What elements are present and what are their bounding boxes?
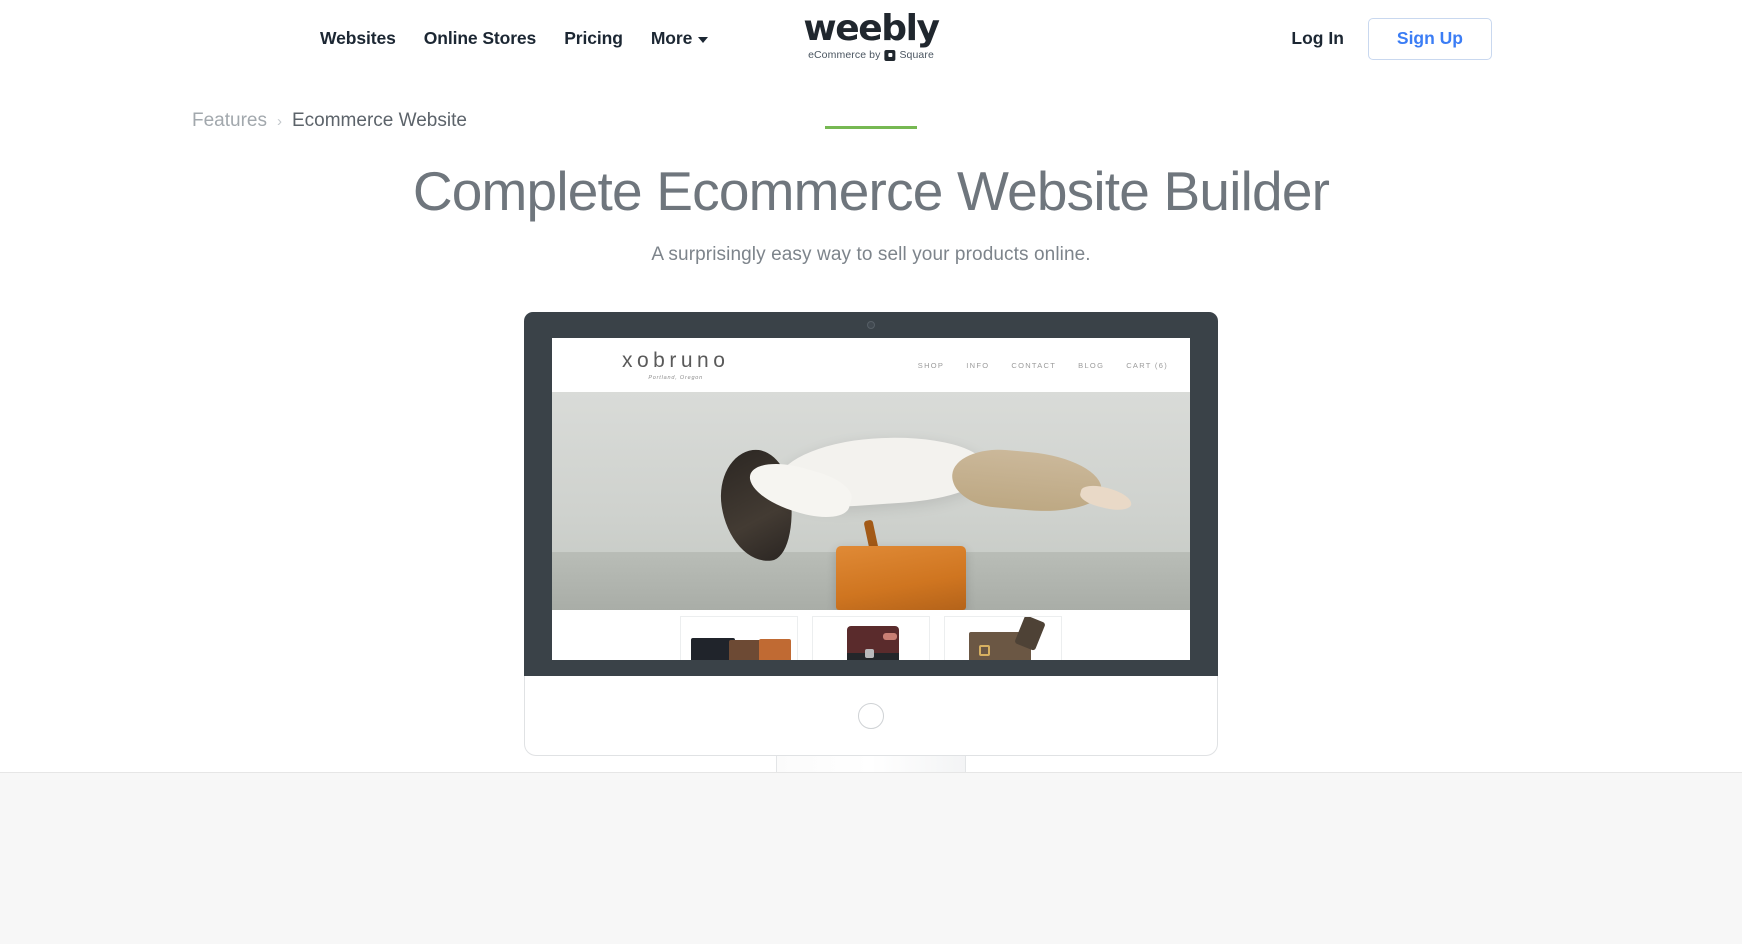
nav-item-more-label: More: [650, 28, 693, 48]
account-actions: Log In Sign Up: [1285, 18, 1492, 60]
breadcrumb-separator-icon: ›: [276, 112, 282, 130]
photo-model-hand: [1078, 482, 1134, 514]
tagline-suffix: Square: [899, 49, 934, 61]
monitor-bezel: xobruno Portland, Oregon SHOP INFO CONTA…: [524, 312, 1218, 676]
breadcrumb-features[interactable]: Features: [192, 110, 267, 132]
thumb-shape: [759, 639, 791, 660]
store-nav-blog[interactable]: BLOG: [1078, 361, 1104, 370]
storefront-logo-word: xobruno: [622, 348, 730, 372]
thumb-shape: [979, 645, 990, 656]
monitor-chin: [524, 676, 1218, 756]
webcam-icon: [867, 321, 875, 329]
store-nav-contact[interactable]: CONTACT: [1011, 361, 1056, 370]
product-thumb-wallets[interactable]: [680, 616, 798, 660]
thumb-shape: [729, 640, 763, 660]
monitor-logo-icon: [858, 702, 884, 729]
nav-item-online-stores[interactable]: Online Stores: [424, 28, 537, 49]
nav-item-pricing[interactable]: Pricing: [564, 28, 623, 49]
store-nav-info[interactable]: INFO: [966, 361, 989, 370]
product-thumb-duffel[interactable]: [812, 616, 930, 660]
nav-item-more[interactable]: More: [650, 28, 709, 49]
storefront-logo[interactable]: xobruno Portland, Oregon: [622, 348, 730, 381]
hero-section: Features › Ecommerce Website Complete Ec…: [0, 74, 1742, 772]
product-thumbnail-strip: [552, 610, 1190, 660]
site-header: Websites Online Stores Pricing More weeb…: [0, 0, 1742, 74]
product-thumb-messenger[interactable]: [944, 616, 1062, 660]
page-title: Complete Ecommerce Website Builder: [412, 160, 1330, 222]
breadcrumb-current: Ecommerce Website: [291, 110, 467, 131]
weebly-wordmark: weebly: [803, 8, 940, 49]
desktop-monitor-mockup: xobruno Portland, Oregon SHOP INFO CONTA…: [524, 312, 1218, 772]
storefront-navigation: SHOP INFO CONTACT BLOG CART (6): [918, 361, 1168, 370]
thumb-shape: [883, 633, 897, 640]
monitor-screen: xobruno Portland, Oregon SHOP INFO CONTA…: [552, 338, 1190, 660]
square-icon: [884, 49, 896, 61]
nav-item-websites[interactable]: Websites: [320, 28, 396, 49]
primary-navigation: Websites Online Stores Pricing More: [320, 28, 709, 49]
breadcrumb: Features › Ecommerce Website: [192, 110, 467, 132]
weebly-logo[interactable]: weebly eCommerce by Square: [803, 8, 940, 62]
storefront-logo-tagline: Portland, Oregon: [648, 374, 704, 381]
store-nav-cart[interactable]: CART (6): [1126, 361, 1168, 370]
log-in-link[interactable]: Log In: [1285, 20, 1349, 57]
photo-leather-bag: [836, 546, 966, 610]
next-section-band: [0, 772, 1742, 944]
monitor-stand-neck: [776, 756, 966, 772]
tagline-prefix: eCommerce by: [808, 49, 881, 61]
weebly-logo-tagline: eCommerce by Square: [803, 49, 938, 61]
storefront-header: xobruno Portland, Oregon SHOP INFO CONTA…: [552, 338, 1190, 392]
thumb-shape: [865, 649, 874, 658]
page-subtitle: A surprisingly easy way to sell your pro…: [651, 244, 1091, 265]
sign-up-button[interactable]: Sign Up: [1367, 18, 1492, 60]
storefront-hero-photo: [552, 392, 1190, 610]
store-nav-shop[interactable]: SHOP: [918, 361, 944, 370]
accent-divider: [825, 126, 917, 129]
chevron-down-icon: [698, 36, 709, 43]
photo-model-legs: [949, 445, 1105, 517]
